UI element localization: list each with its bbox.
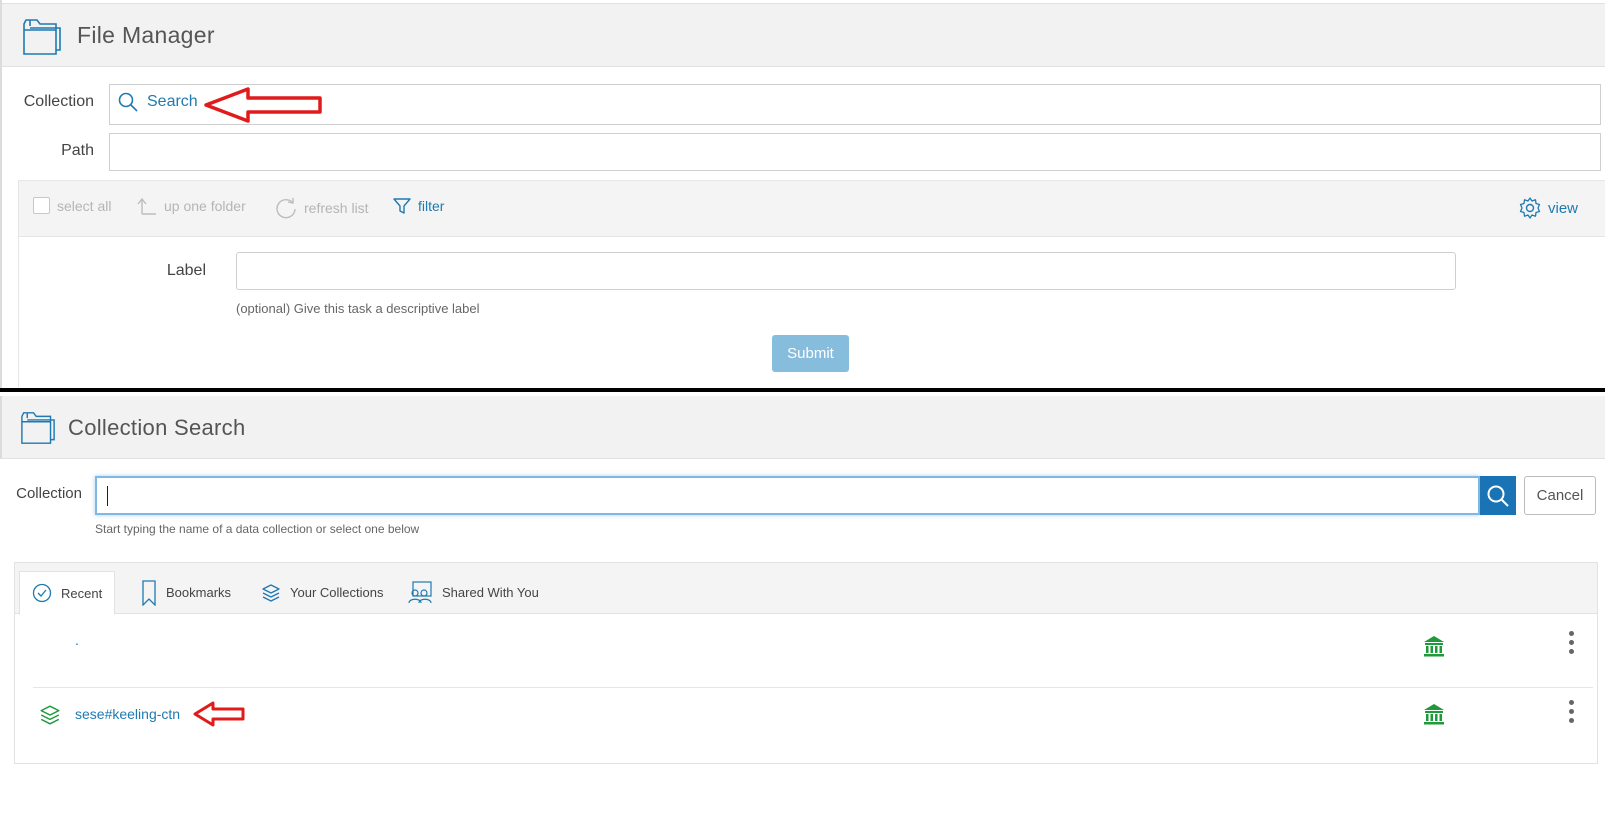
checkbox-icon[interactable] xyxy=(33,197,50,214)
tab-bookmarks[interactable]: Bookmarks xyxy=(129,571,243,614)
section-divider xyxy=(0,388,1605,392)
shared-users-icon xyxy=(408,580,432,603)
list-item[interactable]: sese#keeling-ctn xyxy=(33,687,1593,743)
folder-icon xyxy=(23,19,61,55)
layers-icon xyxy=(40,705,60,725)
folder-icon xyxy=(21,412,55,444)
institution-icon xyxy=(1424,636,1444,657)
select-all-checkbox[interactable]: select all xyxy=(33,197,111,214)
text-cursor xyxy=(107,485,108,506)
file-manager-panel: File Manager Collection Search Path sele… xyxy=(0,0,1605,392)
clock-icon xyxy=(32,583,52,603)
label-field-label: Label xyxy=(166,262,206,279)
path-label: Path xyxy=(61,142,94,159)
cancel-button[interactable]: Cancel xyxy=(1524,476,1596,515)
tab-shared-with-you[interactable]: Shared With You xyxy=(395,571,551,614)
filter-icon xyxy=(393,198,411,214)
file-manager-header: File Manager xyxy=(2,3,1605,67)
folder-up-icon xyxy=(137,197,156,215)
collection-search-button[interactable] xyxy=(1480,476,1516,515)
collection-search-title: Collection Search xyxy=(68,415,246,440)
path-input[interactable] xyxy=(109,133,1601,171)
search-link-label: Search xyxy=(147,93,198,110)
collection-search-header: Collection Search xyxy=(0,396,1605,459)
more-options-icon[interactable] xyxy=(1569,700,1574,723)
bookmark-icon xyxy=(142,579,156,606)
tab-shared-with-you-label: Shared With You xyxy=(442,585,539,600)
institution-icon xyxy=(1424,704,1444,725)
tab-recent-label: Recent xyxy=(61,585,103,601)
refresh-list-label: refresh list xyxy=(304,200,369,216)
refresh-icon xyxy=(276,198,296,219)
task-label-help: (optional) Give this task a descriptive … xyxy=(236,301,480,316)
tab-your-collections[interactable]: Your Collections xyxy=(249,571,395,614)
layers-icon xyxy=(262,583,280,602)
more-options-icon[interactable] xyxy=(1569,631,1574,654)
collection-search-help: Start typing the name of a data collecti… xyxy=(95,522,420,536)
search-icon xyxy=(1487,485,1509,507)
tab-recent[interactable]: Recent xyxy=(19,571,116,615)
filter-label: filter xyxy=(418,198,445,214)
view-label: view xyxy=(1548,199,1579,217)
task-label-input[interactable] xyxy=(236,252,1456,290)
tab-your-collections-label: Your Collections xyxy=(290,585,384,600)
collection-link[interactable]: . xyxy=(75,632,79,648)
collection-tabs-panel: Recent Bookmarks Your Collections Shared… xyxy=(14,562,1598,764)
list-item[interactable]: . xyxy=(33,625,1593,681)
submit-button[interactable]: Submit xyxy=(772,335,849,372)
refresh-list-button[interactable]: refresh list xyxy=(275,197,369,219)
up-one-folder-label: up one folder xyxy=(164,198,246,214)
page-title: File Manager xyxy=(77,22,215,48)
up-one-folder-button[interactable]: up one folder xyxy=(137,197,246,215)
collection-search-label: Collection xyxy=(16,485,82,502)
gear-icon xyxy=(1519,197,1541,219)
collection-label: Collection xyxy=(23,93,94,110)
annotation-arrow-icon xyxy=(204,87,322,123)
collection-link[interactable]: sese#keeling-ctn xyxy=(75,706,180,722)
collection-field[interactable] xyxy=(109,84,1601,125)
collection-search-input[interactable] xyxy=(95,476,1480,515)
select-all-label: select all xyxy=(57,197,112,214)
search-icon xyxy=(118,92,138,112)
file-toolbar: select all up one folder refresh list fi… xyxy=(18,180,1605,237)
filter-button[interactable]: filter xyxy=(393,197,444,215)
collection-search-link[interactable]: Search xyxy=(118,92,198,112)
tab-bookmarks-label: Bookmarks xyxy=(166,585,232,600)
view-button[interactable]: view xyxy=(1519,197,1578,219)
annotation-arrow-icon xyxy=(193,701,245,727)
tab-bar: Recent Bookmarks Your Collections Shared… xyxy=(15,563,1597,615)
